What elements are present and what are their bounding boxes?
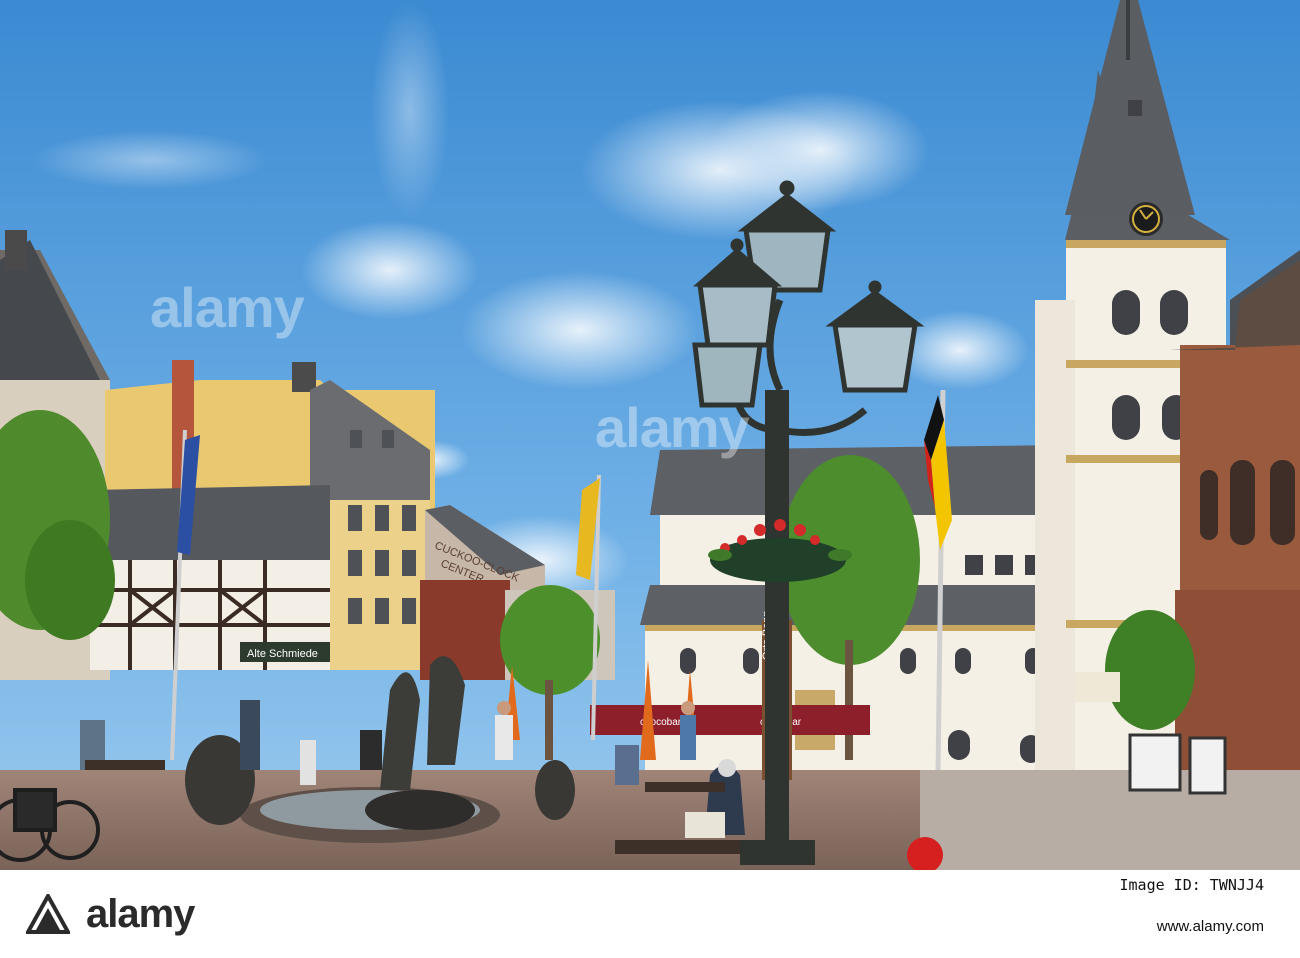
- right-tree: [1105, 610, 1195, 730]
- alamy-logo-icon: [26, 894, 70, 934]
- image-id: Image ID: TWNJJ4: [1119, 876, 1265, 894]
- watermark: alamy: [595, 396, 750, 459]
- watermark: alamy: [150, 276, 305, 339]
- alamy-logo[interactable]: alamy: [26, 888, 286, 940]
- site-url[interactable]: www.alamy.com: [1157, 918, 1264, 935]
- half-timbered-house: Alte Schmiede: [90, 485, 330, 670]
- logo-text: alamy: [86, 892, 195, 936]
- restaurant-sign: Alte Schmiede: [247, 648, 318, 660]
